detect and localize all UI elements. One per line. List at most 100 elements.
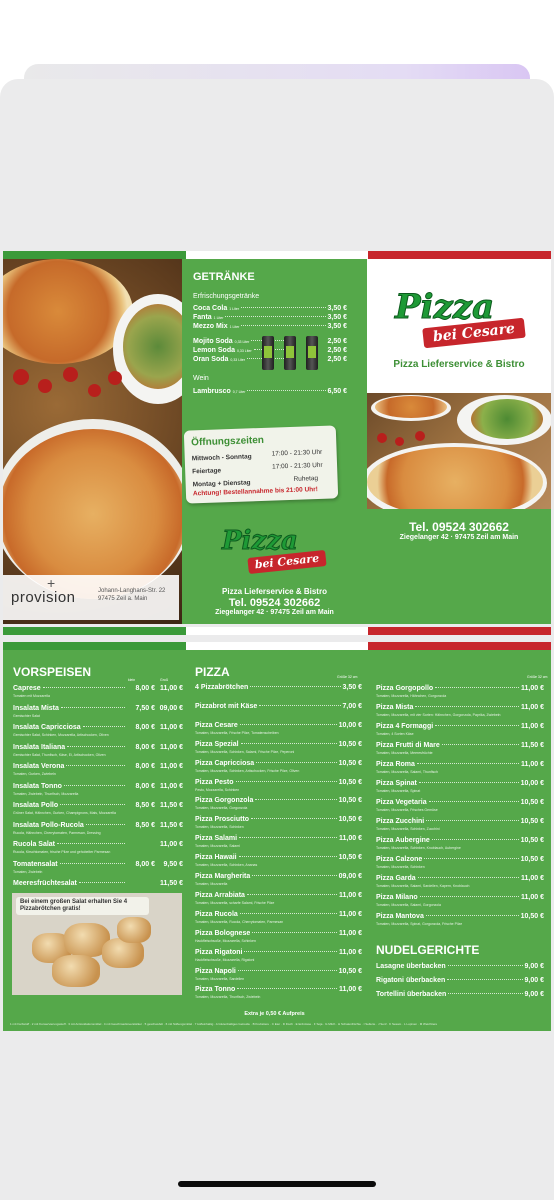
item-description: Tomaten, Mozzarella, Sardellen <box>195 976 245 981</box>
item-name: Pizza Mantova <box>376 913 424 920</box>
menu-item-row: Pizza Napoli 10,50 € <box>195 967 362 975</box>
flag-stripe-bottom <box>3 642 552 650</box>
item-description: Tomaten, Mozzarella, Schinken, Ananas <box>195 863 258 868</box>
item-name: Rigatoni überbacken <box>376 977 446 984</box>
menu-item-row: Pizza Pesto 10,50 € <box>195 778 362 786</box>
erfrischung-heading: Erfrischungsgetränke <box>193 293 260 300</box>
menu-item-row: Rigatoni überbacken 9,00 € <box>376 977 544 984</box>
item-name: Pizza Napoli <box>195 967 236 975</box>
promo-photo: Bei einem großen Salat erhalten Sie 4 Pi… <box>12 893 182 995</box>
item-name: Pizza Rigatoni <box>195 948 243 956</box>
item-name: Pizza Tonno <box>195 986 236 994</box>
menu-item-row: Pizza Milano 11,00 € <box>376 894 544 901</box>
item-description: Tomaten, Mozzarella, Meeresfrüchte <box>376 751 433 755</box>
provision-address: Johann-Langhans-Str. 22 97475 Zeil a. Mai… <box>98 588 166 602</box>
item-name: Insalata Mista <box>13 704 59 712</box>
provision-ad: + provision Johann-Langhans-Str. 22 97475… <box>3 575 179 620</box>
item-description: Tomaten, Mozzarella, mit vier Sorten: Hä… <box>376 713 501 717</box>
item-description: Tomaten, Mozzarella, Frisches Gemüse <box>376 808 438 812</box>
menu-item-row: Pizza Garda 11,00 € <box>376 875 544 882</box>
item-name: Pizza Frutti di Mare <box>376 742 440 749</box>
item-name: Pizza Garda <box>376 875 416 882</box>
drink-row: Mezzo Mix 1 Liter 3,50 € <box>193 323 347 330</box>
menu-item-row: Pizza Prosciutto 10,50 € <box>195 816 362 824</box>
opening-hours-card: Öffnungszeiten Mittwoch - Sonntag 17:00 … <box>183 425 339 504</box>
menu-item-row: Insalata Mista 7,50 €09,00 € <box>13 704 183 712</box>
menu-item-row: Pizza Gorgopollo 11,00 € <box>376 685 544 692</box>
right-address: Ziegelanger 42 · 97475 Zeil am Main <box>399 534 519 541</box>
menu-item-row: Pizza Salami 11,00 € <box>195 835 362 843</box>
menu-item-row: Pizza Tonno 11,00 € <box>195 986 362 994</box>
menu-item-row: Pizzabrot mit Käse 7,00 € <box>195 702 362 710</box>
menu-item-row: Pizza Gorgonzola 10,50 € <box>195 797 362 805</box>
item-description: Tomaten, Mozzarella, Spinat, Gorgonzola,… <box>376 922 463 926</box>
item-name: Pizza Spezial <box>195 740 239 748</box>
item-name: Pizza Capricciosa <box>195 759 255 767</box>
item-description: Tomaten, Mozzarella, Thunfisch, Zwiebeln <box>195 995 261 1000</box>
menu-item-row: Meeresfrüchtesalat 11,50 € <box>13 880 183 887</box>
item-name: Pizza Gorgopollo <box>376 685 434 692</box>
item-description: Tomaten, Mozzarella, Hähnchen, Gorgonzol… <box>376 694 447 698</box>
item-name: Pizza Rucola <box>195 910 238 918</box>
item-description: Gemischter Salat, Thunfisch, Käse, Ei, A… <box>13 752 106 757</box>
menu-item-row: Pizza Margherita 09,00 € <box>195 873 362 880</box>
menu-item-row: Pizza Frutti di Mare 11,50 € <box>376 742 544 749</box>
opening-hours-title: Öffnungszeiten <box>191 434 265 449</box>
item-name: Pizza Margherita <box>195 873 251 880</box>
item-name: Pizza Mista <box>376 704 414 711</box>
item-description: Tomaten, Mozzarella, Schinken, Salami, F… <box>195 749 295 754</box>
menu-item-row: Lasagne überbacken 9,00 € <box>376 963 544 970</box>
drink-row-lambrusco: Lambrusco 0,7 Liter 6,50 € <box>193 388 347 395</box>
item-description: Hackfleischsoße, Mozzarella, Schinken <box>195 938 256 943</box>
item-description: Hackfleischsoße, Mozzarella, Rigatoni <box>195 957 255 962</box>
menu-item-row: Pizza Mista 11,00 € <box>376 704 544 711</box>
right-subtitle: Pizza Lieferservice & Bistro <box>393 359 525 370</box>
item-description: Tomaten, Mozzarella, Schinken, Artischoc… <box>195 768 300 773</box>
can-icon <box>306 336 318 370</box>
center-logo: Pizza bei Cesare <box>220 526 330 578</box>
nudel-title: NUDELGERICHTE <box>376 943 480 957</box>
main-logo: Pizza bei Cesare <box>393 287 533 351</box>
menu-item-row: Pizza Aubergine 10,50 € <box>376 837 544 844</box>
menu-item-row: Pizza Spinat 10,00 € <box>376 780 544 787</box>
allergen-legend: 1 mit Farbstoff · 2 mit Konservierungsst… <box>10 1022 438 1026</box>
item-name: Pizzabrot mit Käse <box>195 702 258 710</box>
menu-item-row: Insalata Capricciosa 8,00 €11,00 € <box>13 724 183 731</box>
menu-item-row: Pizza Calzone 10,50 € <box>376 856 544 863</box>
menu-item-row: Pizza Mantova 10,50 € <box>376 913 544 920</box>
flag-stripe-top <box>3 251 552 259</box>
image-viewer-sheet[interactable] <box>0 79 554 1200</box>
home-indicator[interactable] <box>178 1181 376 1187</box>
menu-item-row: Pizza Spezial 10,50 € <box>195 740 362 748</box>
can-icon <box>284 336 296 370</box>
item-description: Gemischter Salat, Schinken, Mozzarella, … <box>13 733 109 737</box>
item-description: Rucola, Hähnchen, Cherrytomaten, Parmesa… <box>13 830 101 835</box>
menu-item-row: Pizza 4 Formaggi 11,00 € <box>376 723 544 730</box>
menu-item-row: Pizza Rucola 11,00 € <box>195 910 362 918</box>
app-screen: + provision Johann-Langhans-Str. 22 97475… <box>0 0 554 1200</box>
can-icon <box>262 336 274 370</box>
getraenke-title: GETRÄNKE <box>193 271 255 283</box>
item-name: Tortellini überbacken <box>376 991 447 998</box>
menu-item-row: Pizza Zucchini 10,50 € <box>376 818 544 825</box>
menu-item-row: Tomatensalat 8,00 €9,50 € <box>13 860 183 868</box>
item-name: Lasagne überbacken <box>376 963 446 970</box>
item-name: Pizza Spinat <box>376 780 417 787</box>
item-description: Tomaten, Gurken, Zwiebeln <box>13 772 56 776</box>
item-description: Tomaten, 4 Sorten Käse <box>376 732 414 736</box>
item-name: Insalata Tonno <box>13 782 62 790</box>
item-description: Grüner Salat, Hähnchen, Gurken, Champign… <box>13 811 116 815</box>
food-photo <box>367 393 551 509</box>
item-name: Pizza Calzone <box>376 856 423 863</box>
menu-item-row: Pizza Roma 11,00 € <box>376 761 544 768</box>
item-name: Insalata Capricciosa <box>13 724 81 731</box>
item-name: Pizza Salami <box>195 835 238 843</box>
item-name: Insalata Pollo-Rucola <box>13 821 84 829</box>
item-name: Pizza Cesare <box>195 721 238 729</box>
wein-heading: Wein <box>193 375 209 382</box>
right-phone: Tel. 09524 302662 <box>409 520 509 534</box>
item-description: Pesto, Mozzarella, Schinken <box>195 787 240 792</box>
item-name: Pizza Milano <box>376 894 418 901</box>
menu-item-row: Insalata Italiana 8,00 €11,00 € <box>13 743 183 751</box>
item-description: Tomaten, Mozzarella, Salami, Sardellen, … <box>376 884 470 888</box>
